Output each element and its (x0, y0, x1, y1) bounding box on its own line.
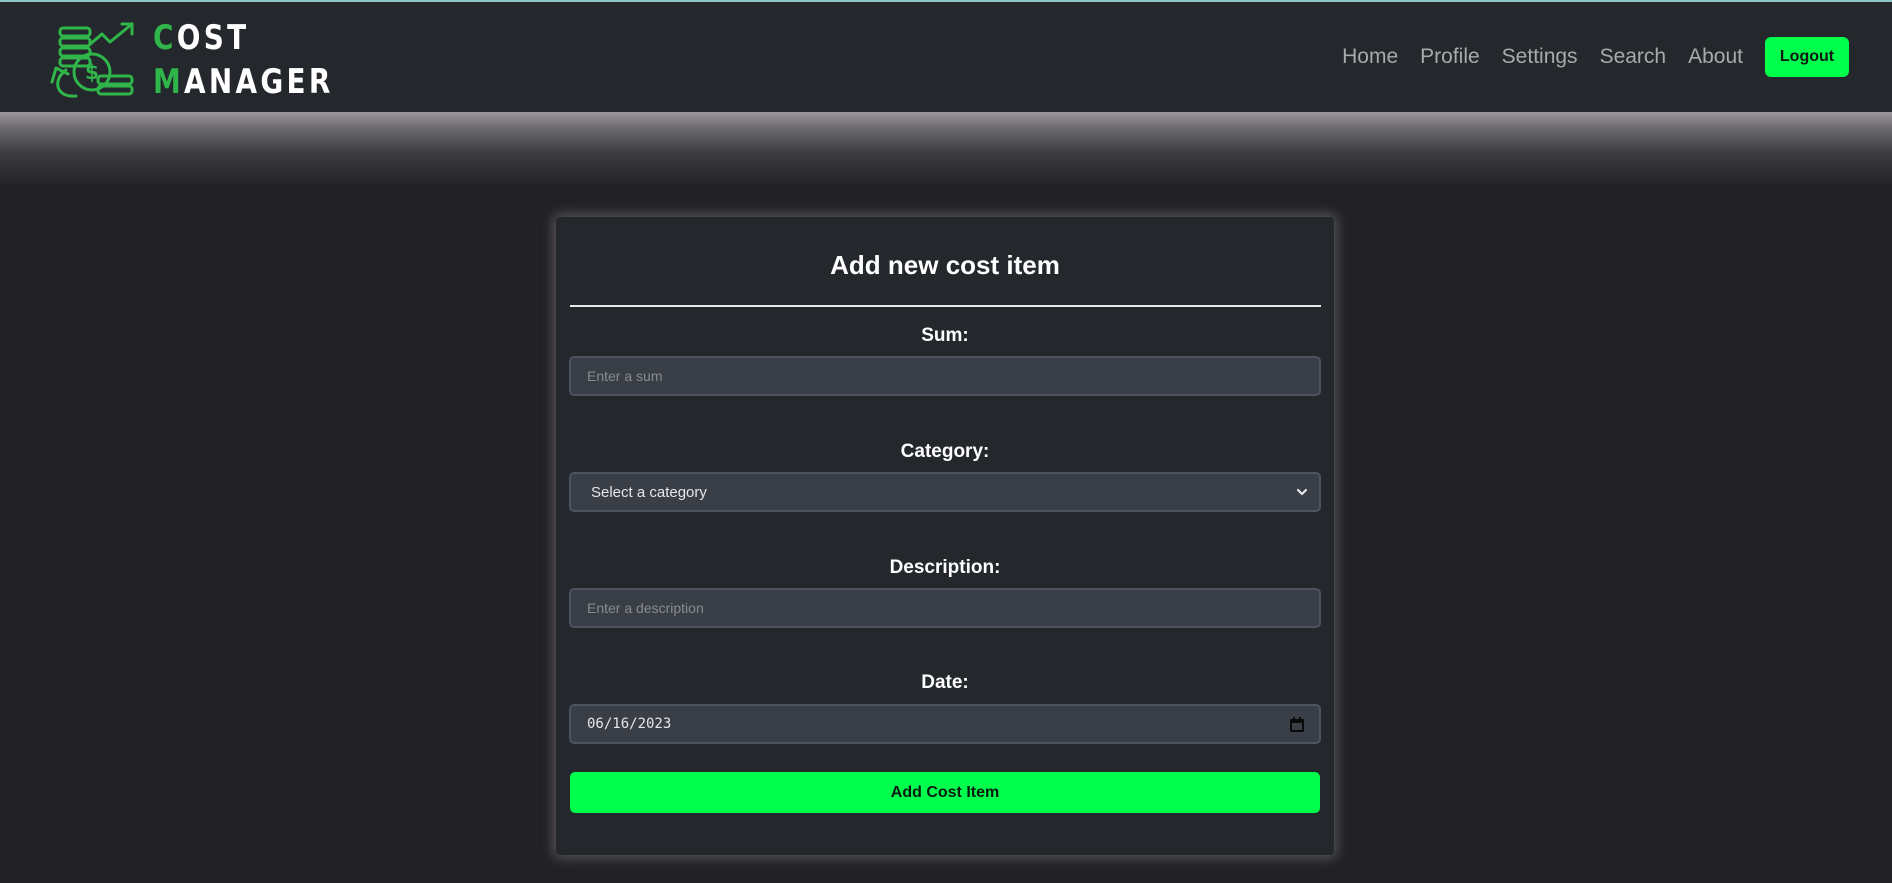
date-label: Date: (921, 672, 969, 693)
add-cost-item-button[interactable]: Add Cost Item (570, 772, 1320, 813)
chevron-down-icon (1296, 488, 1308, 496)
nav-link-about[interactable]: About (1688, 45, 1743, 69)
logout-button[interactable]: Logout (1765, 37, 1849, 77)
header-shadow (0, 112, 1892, 187)
sum-label: Sum: (921, 325, 969, 346)
date-input[interactable]: 06/16/2023 (569, 704, 1321, 744)
navbar: $ COST MANAGER Home Profile Settings Sea… (0, 2, 1892, 112)
add-cost-form-card: Add new cost item Sum: Enter a sum Categ… (556, 217, 1334, 855)
nav-link-home[interactable]: Home (1342, 45, 1398, 69)
sum-input[interactable]: Enter a sum (569, 356, 1321, 396)
brand-name: COST MANAGER (153, 16, 334, 104)
date-value: 06/16/2023 (587, 716, 672, 732)
brand-initial-m: M (153, 62, 185, 102)
nav-link-search[interactable]: Search (1600, 45, 1667, 69)
sum-placeholder: Enter a sum (587, 368, 663, 384)
brand-word-ost: OST (176, 18, 250, 58)
nav-link-settings[interactable]: Settings (1502, 45, 1578, 69)
category-label: Category: (900, 441, 990, 462)
brand-logo[interactable]: $ COST MANAGER (48, 16, 330, 102)
calendar-icon[interactable] (1289, 717, 1305, 733)
category-selected-value: Select a category (591, 483, 707, 501)
nav-menu: Home Profile Settings Search About Logou… (1342, 2, 1892, 112)
category-select[interactable]: Select a category (569, 472, 1321, 512)
coins-growth-icon: $ (50, 22, 134, 98)
description-label: Description: (889, 557, 1001, 578)
svg-text:$: $ (85, 60, 99, 84)
nav-link-profile[interactable]: Profile (1420, 45, 1480, 69)
brand-initial-c: C (153, 18, 177, 58)
brand-word-anager: ANAGER (184, 62, 334, 102)
description-placeholder: Enter a description (587, 600, 704, 616)
form-title: Add new cost item (830, 250, 1060, 280)
title-divider (570, 305, 1321, 307)
description-input[interactable]: Enter a description (569, 588, 1321, 628)
